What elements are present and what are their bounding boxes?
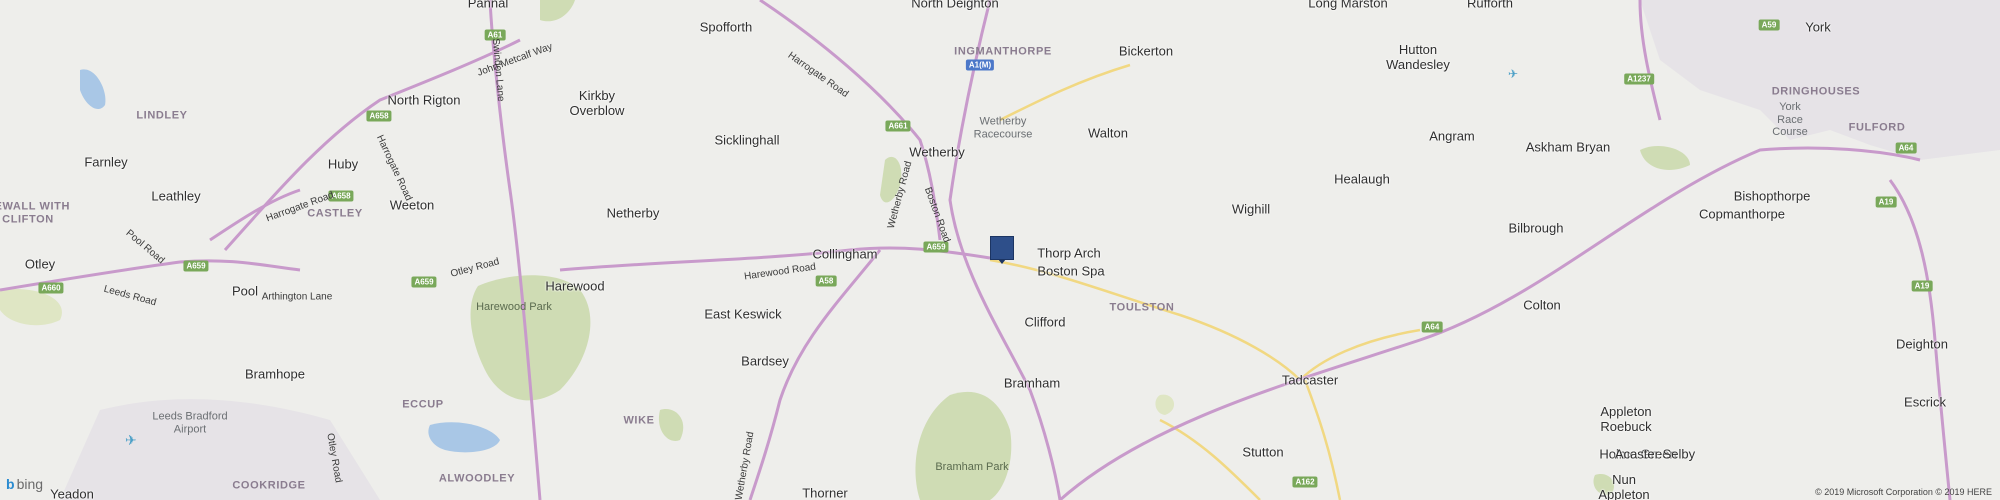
lindley-reservoir xyxy=(80,69,106,110)
place-label-bramham-park: Bramham Park xyxy=(935,461,1009,473)
place-label-leathley: Leathley xyxy=(151,188,201,204)
road-shield-a659: A659 xyxy=(183,260,209,272)
road-shield-a162: A162 xyxy=(1292,476,1318,488)
woodland-5 xyxy=(0,289,62,326)
woodland-7 xyxy=(540,0,575,22)
place-label-bramhope: Bramhope xyxy=(245,366,305,382)
place-label-stutton: Stutton xyxy=(1242,444,1284,460)
place-label-bilbrough: Bilbrough xyxy=(1508,220,1564,236)
place-label-harewood: Harewood xyxy=(545,278,605,294)
place-label-colton: Colton xyxy=(1523,297,1561,313)
place-label-deighton: Deighton xyxy=(1895,336,1949,352)
place-label-tadcaster: Tadcaster xyxy=(1281,372,1339,388)
place-label-wetherby-racecourse: Wetherby Racecourse xyxy=(973,115,1033,140)
road-shield-a59: A59 xyxy=(1758,19,1780,31)
road-shield-a658: A658 xyxy=(366,110,392,122)
place-label-thorp-arch: Thorp Arch xyxy=(1037,245,1101,261)
place-label-wetherby: Wetherby xyxy=(909,144,965,160)
place-label-york: York xyxy=(1805,19,1831,35)
road-shield-a661: A661 xyxy=(885,120,911,132)
road-shield-a659: A659 xyxy=(923,241,949,253)
place-label-bishopthorpe: Bishopthorpe xyxy=(1733,188,1811,204)
place-label-north-rigton: North Rigton xyxy=(387,92,461,108)
place-label-ingmanthorpe: INGMANTHORPE xyxy=(954,45,1052,58)
road-shield-a1237: A1237 xyxy=(1624,73,1654,85)
place-label-alwoodley: ALWOODLEY xyxy=(438,472,516,485)
place-label-nun-appleton: Nun Appleton xyxy=(1598,472,1650,500)
place-label-acaster-selby: Acaster Selby xyxy=(1614,446,1696,462)
place-label-collingham: Collingham xyxy=(812,246,878,262)
a58-road xyxy=(748,249,882,500)
place-label-harewood-park: Harewood Park xyxy=(476,301,552,313)
location-pin[interactable] xyxy=(990,236,1014,264)
woodland-2 xyxy=(1640,145,1690,170)
place-label-weeton: Weeton xyxy=(389,197,435,213)
road-shield-a58: A58 xyxy=(815,275,837,287)
place-label-yeadon: Yeadon xyxy=(50,486,94,500)
place-label-toulston: TOULSTON xyxy=(1109,301,1175,314)
place-label-eccup: ECCUP xyxy=(402,398,444,411)
place-label-appleton-roebuck: Appleton Roebuck xyxy=(1600,404,1652,434)
place-label-bickerton: Bickerton xyxy=(1118,43,1174,59)
place-label-castley: CASTLEY xyxy=(307,207,363,220)
eccup-reservoir xyxy=(428,422,500,453)
road-shield-a660: A660 xyxy=(38,282,64,294)
road-shield-a19: A19 xyxy=(1911,280,1933,292)
place-label-wike: WIKE xyxy=(623,414,655,427)
airfield-icon: ✈ xyxy=(1508,67,1519,81)
place-label-thorner: Thorner xyxy=(802,485,848,500)
place-label-kirkby-overblow: Kirkby Overblow xyxy=(569,88,625,118)
place-label-lindley: LINDLEY xyxy=(136,109,188,122)
place-label-clifford: Clifford xyxy=(1024,314,1066,330)
bramham-park-area xyxy=(915,391,1012,500)
place-label-healaugh: Healaugh xyxy=(1334,171,1390,187)
road-shield-a64: A64 xyxy=(1895,142,1917,154)
bing-logo[interactable]: b bing xyxy=(6,476,43,492)
place-label-long-marston: Long Marston xyxy=(1308,0,1388,11)
bing-logo-mark: b xyxy=(6,476,15,492)
airport-icon: ✈ xyxy=(125,432,137,448)
a661-road xyxy=(759,0,942,241)
place-label-pool: Pool xyxy=(231,283,259,299)
place-label-rufforth: Rufforth xyxy=(1466,0,1514,11)
place-label-huby: Huby xyxy=(327,156,359,172)
copyright-notice: © 2019 Microsoft Corporation © 2019 HERE xyxy=(1815,487,1992,497)
woodland-6 xyxy=(658,409,684,441)
place-label-escrick: Escrick xyxy=(1904,394,1946,410)
place-label-otley: Otley xyxy=(24,256,56,272)
place-label-york-race-course: York Race Course xyxy=(1772,101,1808,139)
place-label-walton: Walton xyxy=(1088,125,1128,141)
place-label-angram: Angram xyxy=(1429,128,1475,144)
place-label-east-keswick: East Keswick xyxy=(704,306,782,322)
place-label-netherby: Netherby xyxy=(606,205,660,221)
road-name-arthington-lane: Arthington Lane xyxy=(261,291,333,303)
map-view[interactable]: Pannal North Deighton Spofforth Bickerton Lo… xyxy=(0,0,2000,500)
place-label-farnley: Farnley xyxy=(84,154,128,170)
road-shield-a1m: A1(M) xyxy=(965,59,995,71)
road-shield-a64: A64 xyxy=(1421,321,1443,333)
woodland-3 xyxy=(1155,394,1175,415)
place-label-boston-spa: Boston Spa xyxy=(1037,263,1105,279)
bing-logo-text: bing xyxy=(16,476,44,492)
place-label-leeds-bradford-airport: Leeds Bradford Airport xyxy=(152,410,228,435)
place-label-spofforth: Spofforth xyxy=(699,19,753,35)
place-label-north-deighton: North Deighton xyxy=(911,0,999,11)
place-label-hutton-wandesley: Hutton Wandesley xyxy=(1386,42,1450,72)
place-label-copmanthorpe: Copmanthorpe xyxy=(1699,206,1785,222)
place-label-pannal: Pannal xyxy=(467,0,509,11)
road-shield-a659: A659 xyxy=(411,276,437,288)
place-label-bardsey: Bardsey xyxy=(741,353,789,369)
place-label-fulford: FULFORD xyxy=(1848,121,1906,134)
place-label-sicklinghall: Sicklinghall xyxy=(714,132,780,148)
place-label-askham-bryan: Askham Bryan xyxy=(1525,139,1611,155)
minor-road-2 xyxy=(999,63,1131,122)
place-label-cookridge: COOKRIDGE xyxy=(232,479,306,492)
place-label-dringhouses: DRINGHOUSES xyxy=(1771,85,1861,98)
place-label-wighill: Wighill xyxy=(1231,201,1271,217)
place-label-newall-with-clifton: NEWALL WITHCLIFTON xyxy=(0,200,70,225)
road-shield-a19: A19 xyxy=(1875,196,1897,208)
place-label-bramham: Bramham xyxy=(1003,375,1061,391)
